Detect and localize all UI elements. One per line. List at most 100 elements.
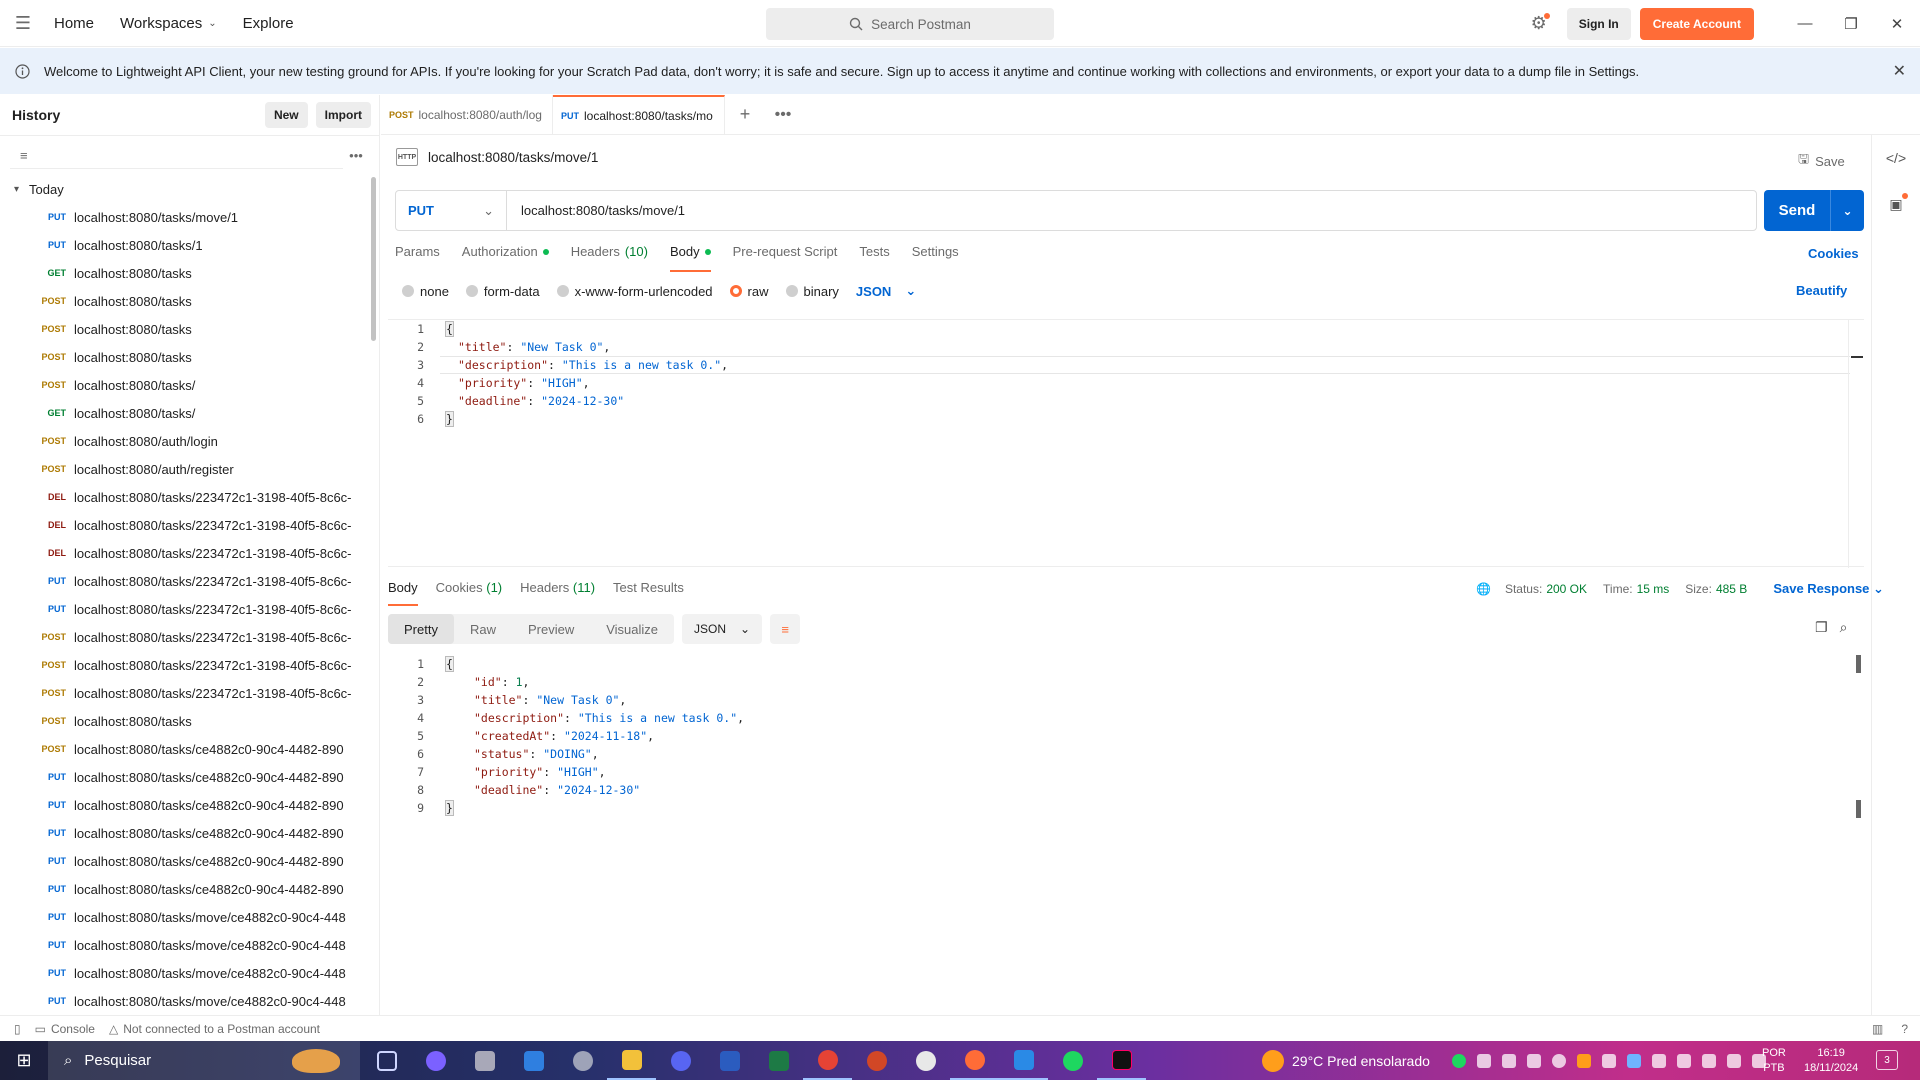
history-item[interactable]: POST localhost:8080/tasks/223472c1-3198-4… bbox=[0, 623, 360, 651]
beautify-button[interactable]: Beautify bbox=[1796, 283, 1847, 298]
search-icon[interactable]: ⌕ bbox=[1840, 619, 1848, 636]
intellij-icon[interactable] bbox=[1097, 1041, 1146, 1080]
resp-tab-body[interactable]: Body bbox=[388, 580, 418, 606]
history-item[interactable]: DEL localhost:8080/tasks/223472c1-3198-40… bbox=[0, 539, 360, 567]
restore-icon[interactable]: ❐ bbox=[1828, 0, 1874, 47]
response-scrollbar-top[interactable] bbox=[1856, 655, 1861, 673]
request-title-text[interactable]: localhost:8080/tasks/move/1 bbox=[428, 150, 598, 165]
docs-icon[interactable]: ▣ bbox=[1872, 181, 1920, 227]
vscode-icon[interactable] bbox=[999, 1041, 1048, 1080]
resp-tab-test-results[interactable]: Test Results bbox=[613, 580, 684, 606]
history-item[interactable]: PUT localhost:8080/tasks/move/ce4882c0-90… bbox=[0, 903, 360, 931]
view-visualize[interactable]: Visualize bbox=[590, 614, 674, 644]
view-pretty[interactable]: Pretty bbox=[388, 614, 454, 644]
history-item[interactable]: DEL localhost:8080/tasks/223472c1-3198-40… bbox=[0, 483, 360, 511]
postman-icon[interactable] bbox=[950, 1041, 999, 1080]
globe-icon[interactable]: 🌐 bbox=[1476, 582, 1491, 596]
tray-spotify-icon[interactable] bbox=[1452, 1053, 1466, 1068]
copy-icon[interactable]: ❐ bbox=[1815, 619, 1828, 636]
url-input[interactable]: localhost:8080/tasks/move/1 bbox=[507, 203, 685, 218]
sidebar-scrollbar[interactable] bbox=[371, 177, 376, 341]
spotify-icon[interactable] bbox=[1048, 1041, 1097, 1080]
app-gray-icon[interactable] bbox=[460, 1041, 509, 1080]
history-item[interactable]: PUT localhost:8080/tasks/move/ce4882c0-90… bbox=[0, 987, 360, 1015]
history-item[interactable]: POST localhost:8080/tasks/223472c1-3198-4… bbox=[0, 651, 360, 679]
close-icon[interactable]: ✕ bbox=[1893, 61, 1906, 81]
radio-raw[interactable]: raw bbox=[729, 284, 769, 299]
radio-none[interactable]: none bbox=[402, 284, 449, 299]
tab-headers[interactable]: Headers (10) bbox=[571, 244, 648, 272]
nav-home[interactable]: Home bbox=[54, 15, 94, 32]
discord-icon[interactable] bbox=[656, 1041, 705, 1080]
file-explorer-icon[interactable] bbox=[607, 1041, 656, 1080]
size-value[interactable]: 485 B bbox=[1716, 582, 1747, 596]
history-filter-input[interactable]: ≡ bbox=[10, 143, 343, 169]
history-item[interactable]: GET localhost:8080/tasks/ bbox=[0, 399, 360, 427]
radio-x-www-form-urlencoded[interactable]: x-www-form-urlencoded bbox=[556, 284, 713, 299]
create-account-button[interactable]: Create Account bbox=[1639, 7, 1754, 40]
view-raw[interactable]: Raw bbox=[454, 614, 512, 644]
history-item[interactable]: PUT localhost:8080/tasks/move/ce4882c0-90… bbox=[0, 959, 360, 987]
layout-icon[interactable]: ▥ bbox=[1872, 1022, 1883, 1036]
code-icon[interactable]: </> bbox=[1872, 135, 1920, 181]
windows-start-icon[interactable]: ⊞ bbox=[0, 1050, 48, 1071]
status-value[interactable]: 200 OK bbox=[1546, 582, 1587, 596]
radio-binary[interactable]: binary bbox=[785, 284, 839, 299]
resp-tab-cookies[interactable]: Cookies (1) bbox=[436, 580, 502, 606]
tray-bluetooth-icon[interactable] bbox=[1627, 1053, 1641, 1068]
excel-icon[interactable] bbox=[754, 1041, 803, 1080]
history-item[interactable]: GET localhost:8080/tasks bbox=[0, 259, 360, 287]
console-button[interactable]: ▭ Console bbox=[35, 1022, 95, 1036]
tray-app-icon[interactable] bbox=[1552, 1053, 1566, 1068]
help-icon[interactable]: ? bbox=[1901, 1022, 1908, 1036]
tray-app-icon[interactable] bbox=[1577, 1053, 1591, 1068]
send-button[interactable]: Send ⌄ bbox=[1764, 190, 1864, 231]
response-scrollbar-bottom[interactable] bbox=[1856, 800, 1861, 818]
history-item[interactable]: PUT localhost:8080/tasks/223472c1-3198-40… bbox=[0, 595, 360, 623]
radio-form-data[interactable]: form-data bbox=[465, 284, 540, 299]
history-item[interactable]: PUT localhost:8080/tasks/ce4882c0-90c4-44… bbox=[0, 763, 360, 791]
history-item[interactable]: POST localhost:8080/tasks bbox=[0, 343, 360, 371]
notifications-icon[interactable]: 3 bbox=[1876, 1050, 1898, 1070]
more-options-icon[interactable]: ••• bbox=[343, 148, 369, 163]
editor-scrollbar[interactable] bbox=[1848, 320, 1849, 568]
method-select[interactable]: PUT ⌄ bbox=[396, 191, 507, 230]
tab-params[interactable]: Params bbox=[395, 244, 440, 272]
search-input[interactable]: Search Postman bbox=[766, 8, 1054, 40]
task-view-icon[interactable] bbox=[362, 1041, 411, 1080]
tray-network-icon[interactable] bbox=[1677, 1053, 1691, 1068]
history-item[interactable]: DEL localhost:8080/tasks/223472c1-3198-40… bbox=[0, 511, 360, 539]
resp-tab-headers[interactable]: Headers (11) bbox=[520, 580, 595, 606]
history-item[interactable]: PUT localhost:8080/tasks/ce4882c0-90c4-44… bbox=[0, 791, 360, 819]
history-item[interactable]: POST localhost:8080/tasks/223472c1-3198-4… bbox=[0, 679, 360, 707]
tab-more-icon[interactable]: ••• bbox=[765, 95, 801, 134]
history-item[interactable]: PUT localhost:8080/tasks/ce4882c0-90c4-44… bbox=[0, 847, 360, 875]
history-item[interactable]: POST localhost:8080/auth/register bbox=[0, 455, 360, 483]
history-group-today[interactable]: ▾ Today bbox=[0, 175, 379, 203]
history-item[interactable]: PUT localhost:8080/tasks/move/1 bbox=[0, 203, 360, 231]
history-item[interactable]: POST localhost:8080/tasks bbox=[0, 315, 360, 343]
tab-auth-login[interactable]: POST localhost:8080/auth/log bbox=[381, 95, 553, 134]
history-item[interactable]: PUT localhost:8080/tasks/ce4882c0-90c4-44… bbox=[0, 819, 360, 847]
minimize-icon[interactable]: — bbox=[1782, 0, 1828, 47]
response-body-viewer[interactable]: 1{2 "id": 1, 3 "title": "New Task 0", 4 "desc… bbox=[388, 655, 1864, 816]
history-item[interactable]: PUT localhost:8080/tasks/move/ce4882c0-90… bbox=[0, 931, 360, 959]
nav-explore[interactable]: Explore bbox=[243, 15, 294, 32]
tray-shield-icon[interactable] bbox=[1527, 1053, 1541, 1068]
history-item[interactable]: POST localhost:8080/auth/login bbox=[0, 427, 360, 455]
history-item[interactable]: POST localhost:8080/tasks/ce4882c0-90c4-4… bbox=[0, 735, 360, 763]
app-blue-icon[interactable] bbox=[509, 1041, 558, 1080]
new-button[interactable]: New bbox=[264, 102, 308, 128]
save-button[interactable]: 🖫 Save bbox=[1798, 150, 1845, 172]
tab-body[interactable]: Body bbox=[669, 244, 711, 272]
import-button[interactable]: Import bbox=[315, 102, 371, 128]
view-preview[interactable]: Preview bbox=[512, 614, 590, 644]
tray-app-icon[interactable] bbox=[1502, 1053, 1516, 1068]
clock[interactable]: 16:19 18/11/2024 bbox=[1804, 1046, 1858, 1076]
save-response-button[interactable]: Save Response ⌄ bbox=[1773, 581, 1884, 597]
tab-tasks-move[interactable]: PUT localhost:8080/tasks/mo bbox=[553, 95, 725, 134]
send-dropdown-chevron-icon[interactable]: ⌄ bbox=[1830, 190, 1864, 231]
body-format-select[interactable]: JSON ⌄ bbox=[856, 283, 916, 299]
taskbar-search[interactable]: ⌕ Pesquisar bbox=[48, 1041, 360, 1080]
weather-widget[interactable]: 29°C Pred ensolarado bbox=[1262, 1041, 1430, 1080]
